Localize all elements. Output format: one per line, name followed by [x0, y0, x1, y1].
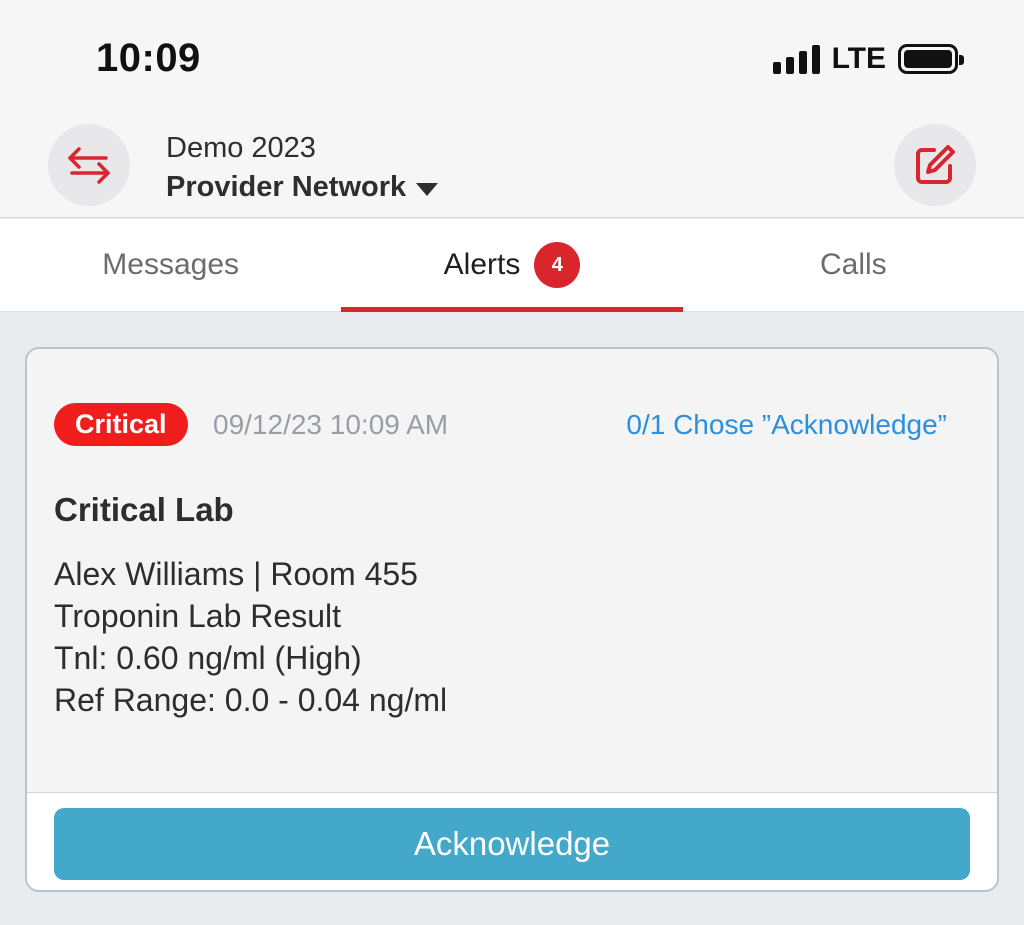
tab-bar: Messages Alerts 4 Calls: [0, 219, 1024, 312]
app-header: Demo 2023 Provider Network: [0, 110, 1024, 218]
alert-test-line: Troponin Lab Result: [54, 598, 341, 634]
alert-body: Alex Williams | Room 455 Troponin Lab Re…: [54, 553, 447, 721]
tab-label: Calls: [819, 248, 887, 281]
alert-content: Critical 09/12/23 10:09 AM 0/1 Chose ”Ac…: [27, 349, 997, 792]
compose-icon: [916, 145, 955, 184]
compose-button[interactable]: [894, 124, 976, 206]
network-type: LTE: [831, 42, 886, 75]
alerts-count-badge: 4: [534, 242, 581, 288]
tab-messages[interactable]: Messages: [0, 219, 341, 311]
battery-fill: [904, 50, 952, 68]
status-time: 10:09: [96, 36, 201, 80]
tab-calls[interactable]: Calls: [683, 219, 1024, 311]
org-name: Demo 2023: [166, 132, 316, 164]
swap-arrows-icon: [68, 147, 110, 184]
network-selector[interactable]: Demo 2023 Provider Network: [166, 132, 439, 204]
status-indicators: LTE: [772, 42, 964, 76]
alert-actions: Acknowledge: [27, 792, 997, 890]
alert-patient-line: Alex Williams | Room 455: [54, 556, 418, 592]
network-dropdown[interactable]: Provider Network: [166, 171, 439, 204]
alert-range-line: Ref Range: 0.0 - 0.04 ng/ml: [54, 682, 448, 718]
alert-meta: Critical 09/12/23 10:09 AM 0/1 Chose ”Ac…: [54, 403, 947, 447]
alert-result-line: Tnl: 0.60 ng/ml (High): [54, 640, 362, 676]
battery-icon: [898, 44, 964, 74]
switch-account-button[interactable]: [48, 124, 130, 206]
signal-icon: [772, 44, 820, 74]
alert-title: Critical Lab: [54, 491, 234, 528]
severity-badge: Critical: [54, 403, 188, 446]
network-name: Provider Network: [166, 171, 407, 203]
tab-label: Alerts: [443, 248, 521, 281]
response-status-link[interactable]: 0/1 Chose ”Acknowledge”: [626, 409, 947, 441]
status-bar: 10:09 LTE: [0, 0, 1024, 110]
tab-alerts[interactable]: Alerts 4: [341, 219, 683, 312]
tab-label: Messages: [102, 248, 240, 281]
alert-timestamp: 09/12/23 10:09 AM: [213, 409, 449, 440]
alert-card[interactable]: Critical 09/12/23 10:09 AM 0/1 Chose ”Ac…: [25, 347, 999, 892]
caret-down-icon: [416, 183, 439, 196]
acknowledge-button[interactable]: Acknowledge: [54, 808, 970, 880]
